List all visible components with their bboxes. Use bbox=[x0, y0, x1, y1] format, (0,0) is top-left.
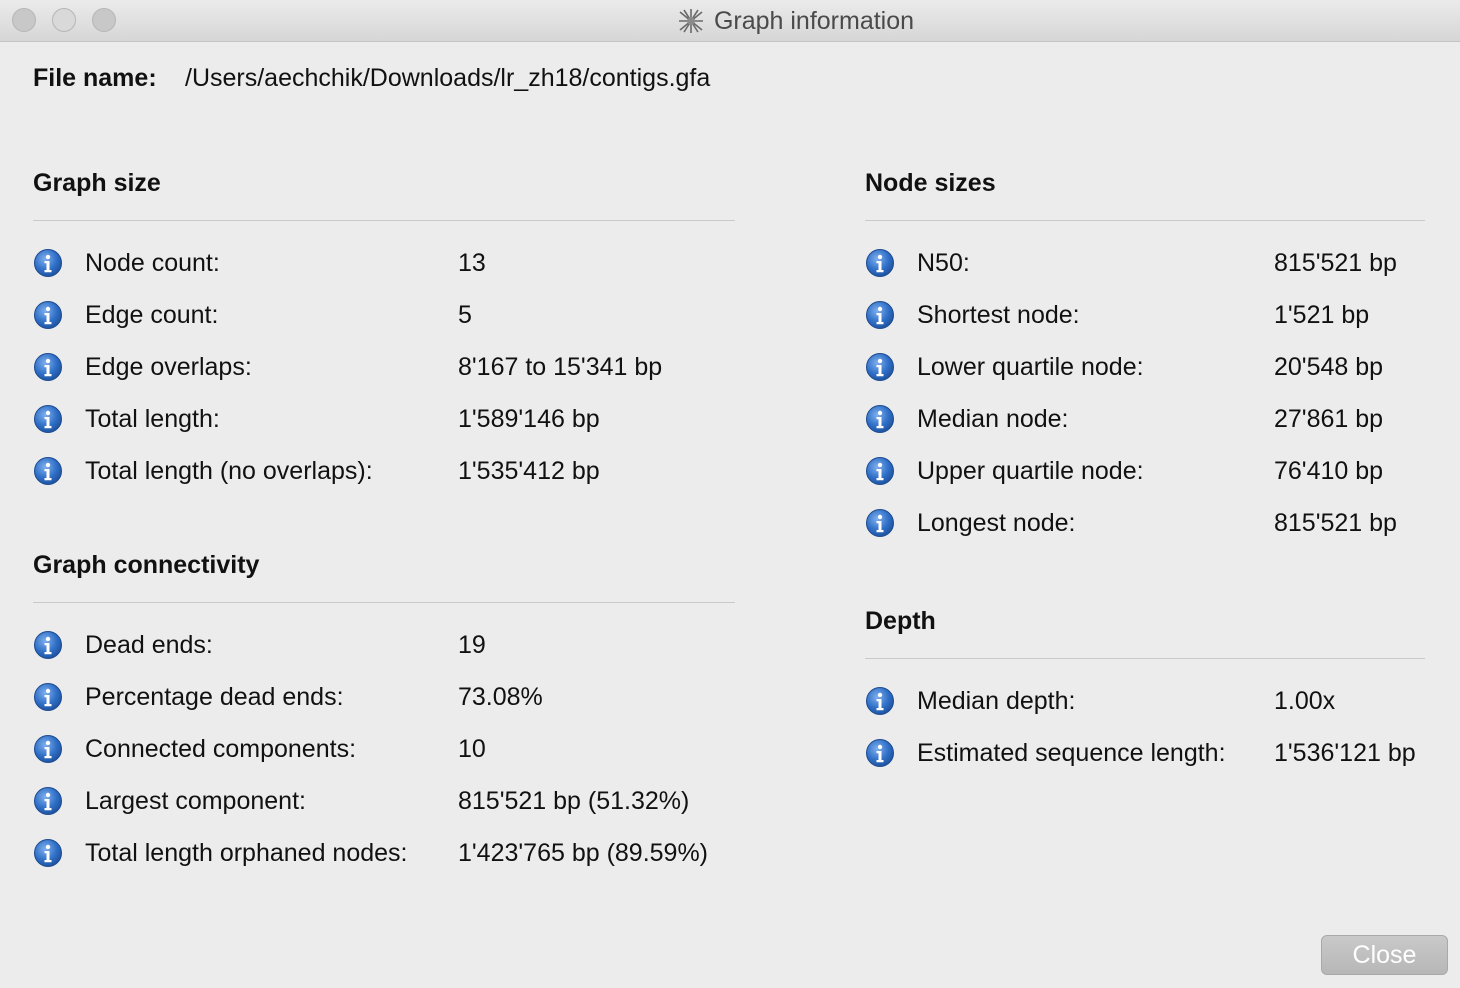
info-icon[interactable] bbox=[33, 682, 63, 712]
stat-value: 13 bbox=[458, 248, 486, 277]
stat-value: 1'521 bp bbox=[1274, 300, 1370, 329]
info-icon[interactable] bbox=[865, 404, 895, 434]
stat-row-lower-quartile-node: Lower quartile node: 20'548 bp bbox=[865, 341, 1425, 393]
stat-label: Dead ends: bbox=[85, 630, 213, 659]
close-button[interactable]: Close bbox=[1321, 935, 1448, 975]
stat-row-edge-overlaps: Edge overlaps: 8'167 to 15'341 bp bbox=[33, 341, 735, 393]
section-divider bbox=[865, 220, 1425, 221]
stat-label: Total length orphaned nodes: bbox=[85, 838, 408, 867]
graph-connectivity-section: Graph connectivity Dead ends: 19 Percent… bbox=[33, 546, 735, 879]
stat-label: Estimated sequence length: bbox=[917, 738, 1226, 767]
stat-value: 73.08% bbox=[458, 682, 543, 711]
stat-row-connected-components: Connected components: 10 bbox=[33, 723, 735, 775]
section-title: Depth bbox=[865, 607, 936, 635]
stat-label: N50: bbox=[917, 248, 970, 277]
stat-row-longest-node: Longest node: 815'521 bp bbox=[865, 497, 1425, 549]
section-title: Node sizes bbox=[865, 169, 996, 197]
stat-label: Shortest node: bbox=[917, 300, 1080, 329]
stat-value: 815'521 bp bbox=[1274, 248, 1397, 277]
stat-value: 1'423'765 bp (89.59%) bbox=[458, 838, 709, 867]
section-divider bbox=[33, 602, 735, 603]
stat-label: Lower quartile node: bbox=[917, 352, 1144, 381]
app-icon bbox=[678, 9, 703, 33]
stat-label: Largest component: bbox=[85, 786, 306, 815]
stat-value: 1.00x bbox=[1274, 686, 1336, 715]
section-divider bbox=[865, 658, 1425, 659]
section-title: Graph connectivity bbox=[33, 551, 260, 579]
stat-row-total-length-no-overlaps: Total length (no overlaps): 1'535'412 bp bbox=[33, 445, 735, 497]
info-icon[interactable] bbox=[33, 352, 63, 382]
stat-label: Percentage dead ends: bbox=[85, 682, 344, 711]
stat-row-median-node: Median node: 27'861 bp bbox=[865, 393, 1425, 445]
info-icon[interactable] bbox=[865, 456, 895, 486]
stat-label: Median depth: bbox=[917, 686, 1076, 715]
stat-row-total-length: Total length: 1'589'146 bp bbox=[33, 393, 735, 445]
stat-row-largest-component: Largest component: 815'521 bp (51.32%) bbox=[33, 775, 735, 827]
stat-value: 10 bbox=[458, 734, 486, 763]
section-divider bbox=[33, 220, 735, 221]
stat-value: 1'589'146 bp bbox=[458, 404, 600, 433]
stat-row-n50: N50: 815'521 bp bbox=[865, 237, 1425, 289]
stat-label: Edge overlaps: bbox=[85, 352, 252, 381]
window-title: Graph information bbox=[713, 6, 915, 35]
info-icon[interactable] bbox=[33, 404, 63, 434]
stat-label: Upper quartile node: bbox=[917, 456, 1144, 485]
title-wrap: Graph information bbox=[0, 0, 1460, 42]
stat-row-percentage-dead-ends: Percentage dead ends: 73.08% bbox=[33, 671, 735, 723]
graph-size-section: Graph size Node count: 13 Edge count: 5 … bbox=[33, 164, 735, 497]
stat-row-upper-quartile-node: Upper quartile node: 76'410 bp bbox=[865, 445, 1425, 497]
info-icon[interactable] bbox=[33, 300, 63, 330]
stat-row-shortest-node: Shortest node: 1'521 bp bbox=[865, 289, 1425, 341]
info-icon[interactable] bbox=[33, 456, 63, 486]
stat-label: Connected components: bbox=[85, 734, 357, 763]
graph-information-window: Graph information File name: /Users/aech… bbox=[0, 0, 1460, 988]
info-icon[interactable] bbox=[33, 630, 63, 660]
stat-value: 19 bbox=[458, 630, 486, 659]
stat-value: 76'410 bp bbox=[1274, 456, 1384, 485]
info-icon[interactable] bbox=[865, 352, 895, 382]
node-sizes-section: Node sizes N50: 815'521 bp Shortest node… bbox=[865, 164, 1425, 549]
stat-label: Node count: bbox=[85, 248, 220, 277]
info-icon[interactable] bbox=[865, 300, 895, 330]
stat-label: Total length (no overlaps): bbox=[85, 456, 373, 485]
stat-label: Longest node: bbox=[917, 508, 1076, 537]
stat-row-node-count: Node count: 13 bbox=[33, 237, 735, 289]
depth-section: Depth Median depth: 1.00x Estimated sequ… bbox=[865, 602, 1425, 779]
stat-value: 5 bbox=[458, 300, 472, 329]
stat-value: 815'521 bp bbox=[1274, 508, 1397, 537]
file-path-value: /Users/aechchik/Downloads/lr_zh18/contig… bbox=[185, 64, 711, 92]
stat-value: 8'167 to 15'341 bp bbox=[458, 352, 663, 381]
stat-row-estimated-sequence-length: Estimated sequence length: 1'536'121 bp bbox=[865, 727, 1425, 779]
stat-row-total-length-orphaned-nodes: Total length orphaned nodes: 1'423'765 b… bbox=[33, 827, 735, 879]
stat-label: Median node: bbox=[917, 404, 1069, 433]
info-icon[interactable] bbox=[865, 248, 895, 278]
section-title: Graph size bbox=[33, 169, 161, 197]
title-bar[interactable]: Graph information bbox=[0, 0, 1460, 42]
info-icon[interactable] bbox=[865, 738, 895, 768]
stat-row-edge-count: Edge count: 5 bbox=[33, 289, 735, 341]
stat-value: 1'536'121 bp bbox=[1274, 738, 1416, 767]
info-icon[interactable] bbox=[33, 786, 63, 816]
file-name-label: File name: bbox=[33, 64, 157, 92]
stat-row-dead-ends: Dead ends: 19 bbox=[33, 619, 735, 671]
stat-value: 815'521 bp (51.32%) bbox=[458, 786, 690, 815]
info-icon[interactable] bbox=[865, 686, 895, 716]
stat-label: Total length: bbox=[85, 404, 220, 433]
stat-value: 20'548 bp bbox=[1274, 352, 1384, 381]
file-name-row: File name: /Users/aechchik/Downloads/lr_… bbox=[33, 64, 710, 93]
stat-label: Edge count: bbox=[85, 300, 219, 329]
stat-row-median-depth: Median depth: 1.00x bbox=[865, 675, 1425, 727]
info-icon[interactable] bbox=[33, 838, 63, 868]
stat-value: 27'861 bp bbox=[1274, 404, 1384, 433]
info-icon[interactable] bbox=[33, 248, 63, 278]
stat-value: 1'535'412 bp bbox=[458, 456, 600, 485]
info-icon[interactable] bbox=[865, 508, 895, 538]
info-icon[interactable] bbox=[33, 734, 63, 764]
